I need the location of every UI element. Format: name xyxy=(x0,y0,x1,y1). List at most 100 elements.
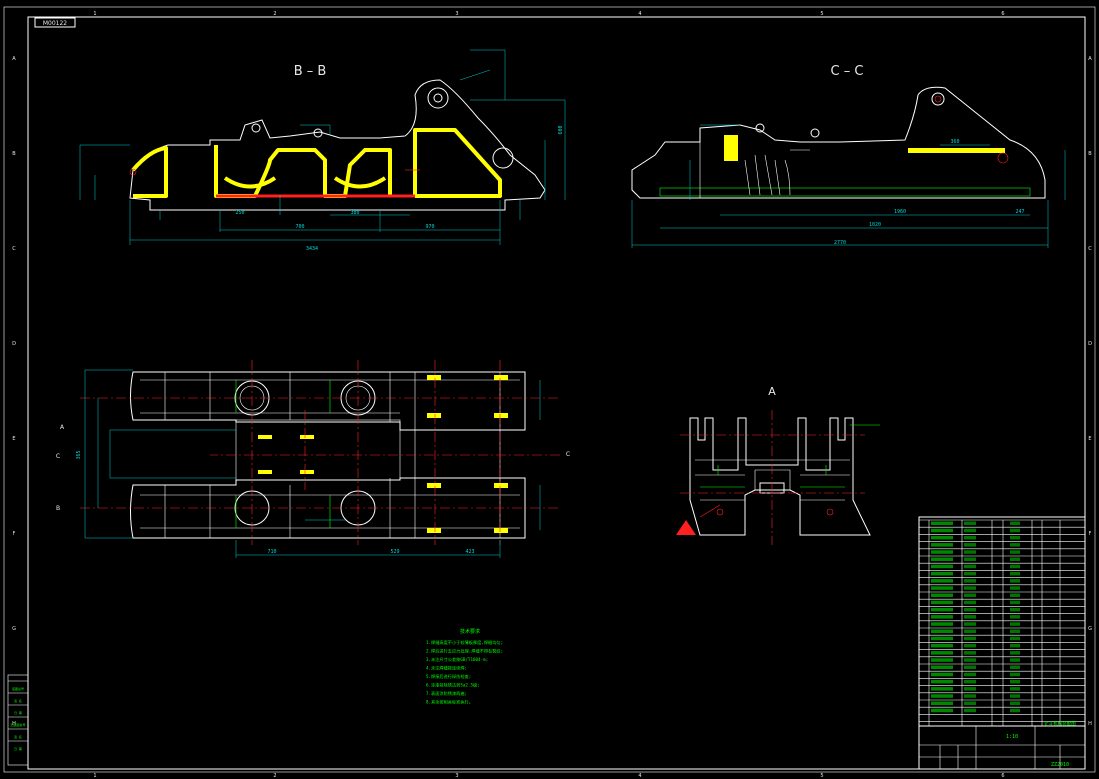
bom-cell-fill xyxy=(1010,687,1020,691)
bb-weld-members xyxy=(131,128,502,198)
bom-cell-fill xyxy=(964,629,976,633)
zone-grid-top: 1 1 2 2 3 3 4 4 5 5 6 6 xyxy=(93,11,1004,779)
grid-top-label: 4 xyxy=(638,11,641,17)
bom-cell-fill xyxy=(931,701,953,705)
grid-side-label-right: F xyxy=(1089,531,1092,537)
grid-side-label-right: D xyxy=(1088,341,1092,347)
grid-side-label: E xyxy=(12,436,15,442)
bom-cell-fill xyxy=(931,679,953,684)
bom-cell-fill xyxy=(1010,564,1020,569)
bom-cell-fill xyxy=(964,535,976,540)
grid-side-label-right: B xyxy=(1088,151,1092,157)
bom-cell-fill xyxy=(964,636,976,641)
notes-line: 7.表面涂防锈漆两遍; xyxy=(426,690,467,697)
bb-lower-bore xyxy=(492,147,514,169)
grid-side-label: F xyxy=(13,531,16,537)
bom-cell-fill xyxy=(1010,622,1020,626)
cc-outline xyxy=(631,86,1046,199)
bom-cell-fill xyxy=(964,571,976,576)
plan-dim-2: 529 xyxy=(390,549,399,555)
bom-cell-fill xyxy=(931,708,953,713)
bom-cell-fill xyxy=(1010,600,1020,605)
bom-cell-fill xyxy=(964,521,976,525)
marker-b: B xyxy=(56,505,60,512)
cc-dim-4: 247 xyxy=(1015,209,1024,215)
plan-weld-pads xyxy=(258,375,508,533)
drawing-number: ZZ2010 xyxy=(1051,762,1069,768)
notes-line: 5.焊接后进行探伤检查; xyxy=(426,673,471,680)
bb-dim-4: 250 xyxy=(235,210,244,216)
bom-cell-fill xyxy=(964,615,976,619)
left-strip-label: 日 期 xyxy=(14,746,22,751)
bom-cell-fill xyxy=(931,687,953,691)
title-block: 1:10 铲斗机构装配图 ZZ2010 xyxy=(918,516,1086,770)
bom-cell-fill xyxy=(964,607,976,612)
bom-cell-fill xyxy=(931,586,953,590)
notes-line: 2.焊后进行去应力处理,焊缝不得有裂纹; xyxy=(426,648,503,655)
bb-dim-3: 380 xyxy=(350,210,359,216)
bom-cell-fill xyxy=(964,564,976,569)
outer-border xyxy=(3,6,1096,773)
cc-base-plate xyxy=(659,187,1031,197)
bom-cell-fill xyxy=(931,600,953,605)
bom-cell-fill xyxy=(931,543,953,547)
bom-cell-fill xyxy=(1010,535,1020,540)
notes-line: 4.未注焊缝按连续焊; xyxy=(426,665,467,672)
left-strip-cells: 底图总号签 名日 期旧底图总号签 名日 期 xyxy=(8,680,28,751)
bom-cell-fill xyxy=(931,528,953,533)
grid-side-label-right: A xyxy=(1088,56,1092,62)
bom-cell-fill xyxy=(1010,586,1020,590)
bom-cell-fill xyxy=(964,643,976,648)
bom-cell-fill xyxy=(1010,658,1020,662)
view-a-label: A xyxy=(768,385,776,398)
left-strip-label: 签 名 xyxy=(14,698,22,703)
bom-cell-fill xyxy=(931,651,953,655)
view-a: A xyxy=(676,385,880,545)
bom-cell-fill xyxy=(931,615,953,619)
notes-line: 6.涂漆前除锈达到Sa2.5级; xyxy=(426,682,480,689)
bom-cell-fill xyxy=(1010,550,1020,554)
bom-cell-fill xyxy=(964,651,976,655)
marker-a: A xyxy=(60,424,65,431)
cc-weld-block xyxy=(724,135,738,161)
bom-cell-fill xyxy=(1010,701,1020,705)
bom-cell-fill xyxy=(1010,679,1020,684)
bom-cell-fill xyxy=(1010,543,1020,547)
bom-cell-fill xyxy=(964,557,976,561)
bom-cell-fill xyxy=(931,622,953,626)
cc-dim-1: 1020 xyxy=(869,222,881,228)
plan-dim-1: 710 xyxy=(267,549,276,555)
bom-cell-fill xyxy=(1010,636,1020,641)
left-revision-strip: 底图总号签 名日 期旧底图总号签 名日 期 xyxy=(7,674,29,766)
cc-dim-3: 360 xyxy=(950,139,959,145)
bb-outline xyxy=(129,79,546,211)
bom-cell-fill xyxy=(964,622,976,626)
bom-cell-fill xyxy=(931,658,953,662)
grid-bottom-label: 5 xyxy=(820,773,823,779)
bom-cell-fill xyxy=(964,665,976,669)
bom-cell-fill xyxy=(1010,571,1020,576)
stamp-label: M00122 xyxy=(43,20,67,27)
notes-line: 8.其余按相关标准执行。 xyxy=(426,699,473,706)
bb-pivot-bore xyxy=(427,87,449,109)
bom-cell-fill xyxy=(1010,593,1020,597)
grid-side-label-right: G xyxy=(1088,626,1092,632)
cc-weld-strip xyxy=(908,148,1005,153)
bom-cell-fill xyxy=(964,586,976,590)
cad-drawing-sheet: 112233445566 A AB BC CD DE EF FG GH H M00122 B –… xyxy=(3,6,1096,779)
marker-c-left: C xyxy=(56,453,60,460)
bom-cell-fill xyxy=(1010,643,1020,648)
grid-side-label: D xyxy=(12,341,16,347)
bb-dim-1: 700 xyxy=(295,224,304,230)
bom-cell-fill xyxy=(931,579,953,583)
zone-grid-side: A AB BC CD DE EF FG GH H xyxy=(12,56,1092,727)
scale-label: 1:10 xyxy=(1006,734,1018,740)
cc-pivot-bore xyxy=(931,92,945,106)
marker-c-right: C xyxy=(566,451,570,458)
notes-title: 技术要求 xyxy=(460,628,480,635)
bom-cell-fill xyxy=(964,600,976,605)
grid-side-label: G xyxy=(12,626,16,632)
grid-bottom-label: 4 xyxy=(638,773,641,779)
grid-side-label-right: H xyxy=(1088,721,1092,727)
bom-cell-fill xyxy=(1010,708,1020,713)
